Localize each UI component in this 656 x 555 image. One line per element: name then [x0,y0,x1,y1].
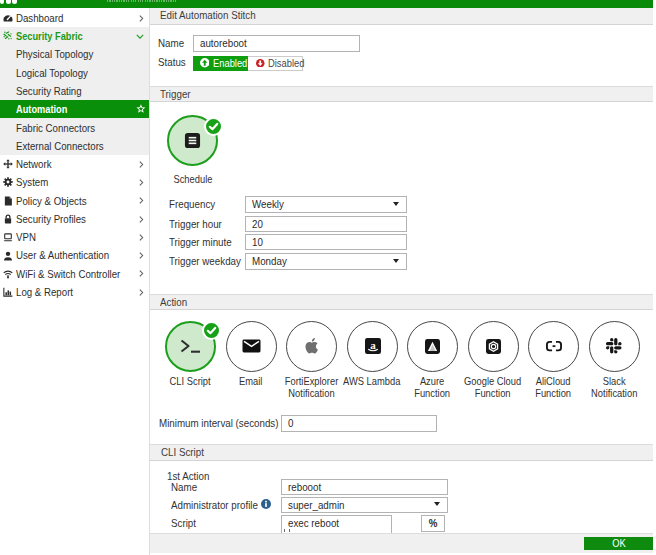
svg-text:a: a [370,339,376,351]
